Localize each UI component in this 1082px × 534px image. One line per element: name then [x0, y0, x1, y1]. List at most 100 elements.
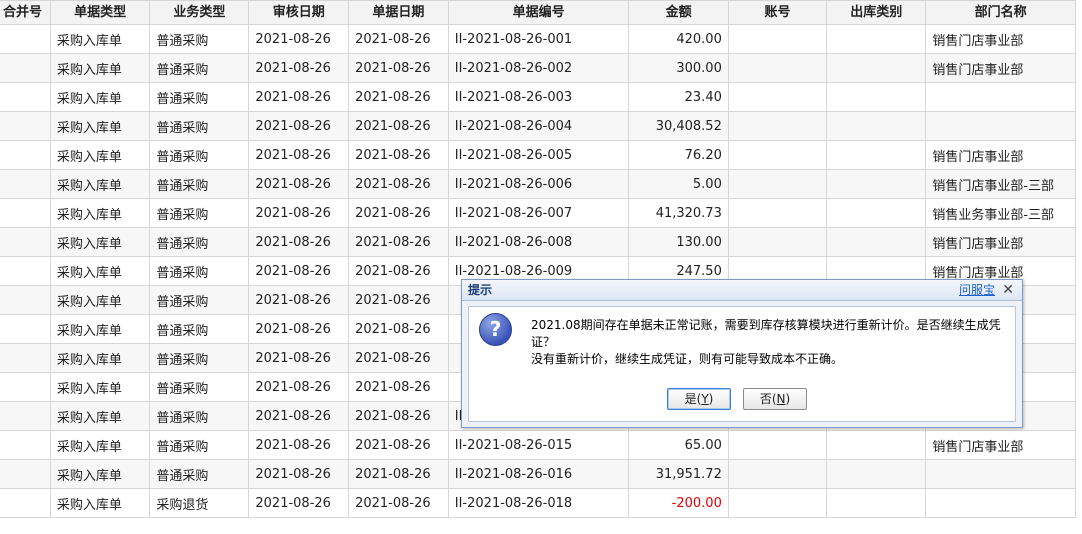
amount-cell[interactable]: 30,408.52: [628, 111, 729, 141]
doc-date-cell[interactable]: 2021-08-26: [348, 343, 449, 373]
doc-date-cell[interactable]: 2021-08-26: [348, 111, 449, 141]
account-cell[interactable]: [727, 82, 828, 112]
department-cell[interactable]: [925, 459, 1076, 489]
doc-date-cell[interactable]: 2021-08-26: [348, 140, 449, 170]
biz-type-cell[interactable]: 采购退货: [149, 488, 250, 518]
outbound-type-cell[interactable]: [826, 198, 927, 228]
merge-no-cell[interactable]: [0, 285, 51, 315]
doc-type-cell[interactable]: 采购入库单: [49, 111, 151, 141]
table-row[interactable]: 采购入库单普通采购2021-08-262021-08-26II-2021-08-…: [0, 459, 1076, 489]
table-row[interactable]: 采购入库单普通采购2021-08-262021-08-26II-2021-08-…: [0, 227, 1076, 257]
doc-type-cell[interactable]: 采购入库单: [49, 24, 151, 54]
account-cell[interactable]: [727, 430, 828, 460]
biz-type-cell[interactable]: 普通采购: [149, 169, 250, 199]
merge-no-cell[interactable]: [0, 430, 51, 460]
column-header[interactable]: 审核日期: [248, 0, 350, 25]
doc-number-cell[interactable]: II-2021-08-26-005: [447, 140, 630, 170]
biz-type-cell[interactable]: 普通采购: [149, 198, 250, 228]
account-cell[interactable]: [727, 53, 828, 83]
biz-type-cell[interactable]: 普通采购: [149, 314, 250, 344]
doc-date-cell[interactable]: 2021-08-26: [348, 256, 449, 286]
doc-type-cell[interactable]: 采购入库单: [49, 343, 151, 373]
department-cell[interactable]: 销售门店事业部: [925, 430, 1076, 460]
table-row[interactable]: 采购入库单普通采购2021-08-262021-08-26II-2021-08-…: [0, 82, 1076, 112]
biz-type-cell[interactable]: 普通采购: [149, 343, 250, 373]
biz-type-cell[interactable]: 普通采购: [149, 430, 250, 460]
outbound-type-cell[interactable]: [826, 169, 927, 199]
biz-type-cell[interactable]: 普通采购: [149, 372, 250, 402]
biz-type-cell[interactable]: 普通采购: [149, 111, 250, 141]
doc-date-cell[interactable]: 2021-08-26: [348, 24, 449, 54]
doc-type-cell[interactable]: 采购入库单: [49, 227, 151, 257]
dialog-title-bar[interactable]: 提示 问服宝 ✕: [462, 280, 1022, 301]
outbound-type-cell[interactable]: [826, 488, 927, 518]
merge-no-cell[interactable]: [0, 372, 51, 402]
merge-no-cell[interactable]: [0, 24, 51, 54]
table-row[interactable]: 采购入库单普通采购2021-08-262021-08-26II-2021-08-…: [0, 169, 1076, 199]
column-header[interactable]: 业务类型: [149, 0, 250, 25]
column-header[interactable]: 单据编号: [447, 0, 630, 25]
column-header[interactable]: 部门名称: [925, 0, 1076, 25]
merge-no-cell[interactable]: [0, 169, 51, 199]
doc-number-cell[interactable]: II-2021-08-26-018: [447, 488, 630, 518]
table-row[interactable]: 采购入库单普通采购2021-08-262021-08-26II-2021-08-…: [0, 24, 1076, 54]
doc-number-cell[interactable]: II-2021-08-26-007: [447, 198, 630, 228]
amount-cell[interactable]: 41,320.73: [628, 198, 729, 228]
biz-type-cell[interactable]: 普通采购: [149, 256, 250, 286]
table-row[interactable]: 采购入库单 采购退货 2021-08-26 2021-08-26 II-2021-08-…: [0, 488, 1076, 518]
doc-date-cell[interactable]: 2021-08-26: [348, 82, 449, 112]
yes-button[interactable]: 是(Y): [667, 388, 731, 410]
merge-no-cell[interactable]: [0, 314, 51, 344]
amount-cell[interactable]: 23.40: [628, 82, 729, 112]
department-cell[interactable]: 销售业务事业部-三部: [925, 198, 1076, 228]
biz-type-cell[interactable]: 普通采购: [149, 24, 250, 54]
account-cell[interactable]: [727, 198, 828, 228]
doc-number-cell[interactable]: II-2021-08-26-006: [447, 169, 630, 199]
outbound-type-cell[interactable]: [826, 111, 927, 141]
department-cell[interactable]: 销售门店事业部: [925, 24, 1076, 54]
biz-type-cell[interactable]: 普通采购: [149, 227, 250, 257]
amount-cell[interactable]: -200.00: [628, 488, 729, 518]
table-row[interactable]: 采购入库单普通采购2021-08-262021-08-26II-2021-08-…: [0, 111, 1076, 141]
table-row[interactable]: 采购入库单普通采购2021-08-262021-08-26II-2021-08-…: [0, 140, 1076, 170]
doc-type-cell[interactable]: 采购入库单: [49, 401, 151, 431]
merge-no-cell[interactable]: [0, 488, 51, 518]
doc-type-cell[interactable]: 采购入库单: [49, 488, 151, 518]
column-header[interactable]: 单据类型: [49, 0, 151, 25]
merge-no-cell[interactable]: [0, 111, 51, 141]
doc-number-cell[interactable]: II-2021-08-26-004: [447, 111, 630, 141]
biz-type-cell[interactable]: 普通采购: [149, 459, 250, 489]
biz-type-cell[interactable]: 普通采购: [149, 140, 250, 170]
table-row[interactable]: 采购入库单普通采购2021-08-262021-08-26II-2021-08-…: [0, 198, 1076, 228]
audit-date-cell[interactable]: 2021-08-26: [248, 111, 350, 141]
amount-cell[interactable]: 130.00: [628, 227, 729, 257]
doc-date-cell[interactable]: 2021-08-26: [348, 227, 449, 257]
merge-no-cell[interactable]: [0, 53, 51, 83]
column-header[interactable]: 出库类别: [826, 0, 927, 25]
doc-date-cell[interactable]: 2021-08-26: [348, 53, 449, 83]
close-icon[interactable]: ✕: [1002, 280, 1014, 300]
outbound-type-cell[interactable]: [826, 430, 927, 460]
merge-no-cell[interactable]: [0, 227, 51, 257]
merge-no-cell[interactable]: [0, 459, 51, 489]
audit-date-cell[interactable]: 2021-08-26: [248, 488, 350, 518]
doc-number-cell[interactable]: II-2021-08-26-015: [447, 430, 630, 460]
biz-type-cell[interactable]: 普通采购: [149, 82, 250, 112]
doc-date-cell[interactable]: 2021-08-26: [348, 372, 449, 402]
audit-date-cell[interactable]: 2021-08-26: [248, 169, 350, 199]
audit-date-cell[interactable]: 2021-08-26: [248, 53, 350, 83]
outbound-type-cell[interactable]: [826, 24, 927, 54]
outbound-type-cell[interactable]: [826, 82, 927, 112]
column-header[interactable]: 账号: [727, 0, 828, 25]
no-button[interactable]: 否(N): [743, 388, 807, 410]
merge-no-cell[interactable]: [0, 343, 51, 373]
doc-number-cell[interactable]: II-2021-08-26-003: [447, 82, 630, 112]
merge-no-cell[interactable]: [0, 401, 51, 431]
doc-date-cell[interactable]: 2021-08-26: [348, 430, 449, 460]
audit-date-cell[interactable]: 2021-08-26: [248, 140, 350, 170]
doc-type-cell[interactable]: 采购入库单: [49, 198, 151, 228]
column-header[interactable]: 金额: [628, 0, 729, 25]
audit-date-cell[interactable]: 2021-08-26: [248, 343, 350, 373]
outbound-type-cell[interactable]: [826, 459, 927, 489]
department-cell[interactable]: 销售门店事业部-三部: [925, 169, 1076, 199]
